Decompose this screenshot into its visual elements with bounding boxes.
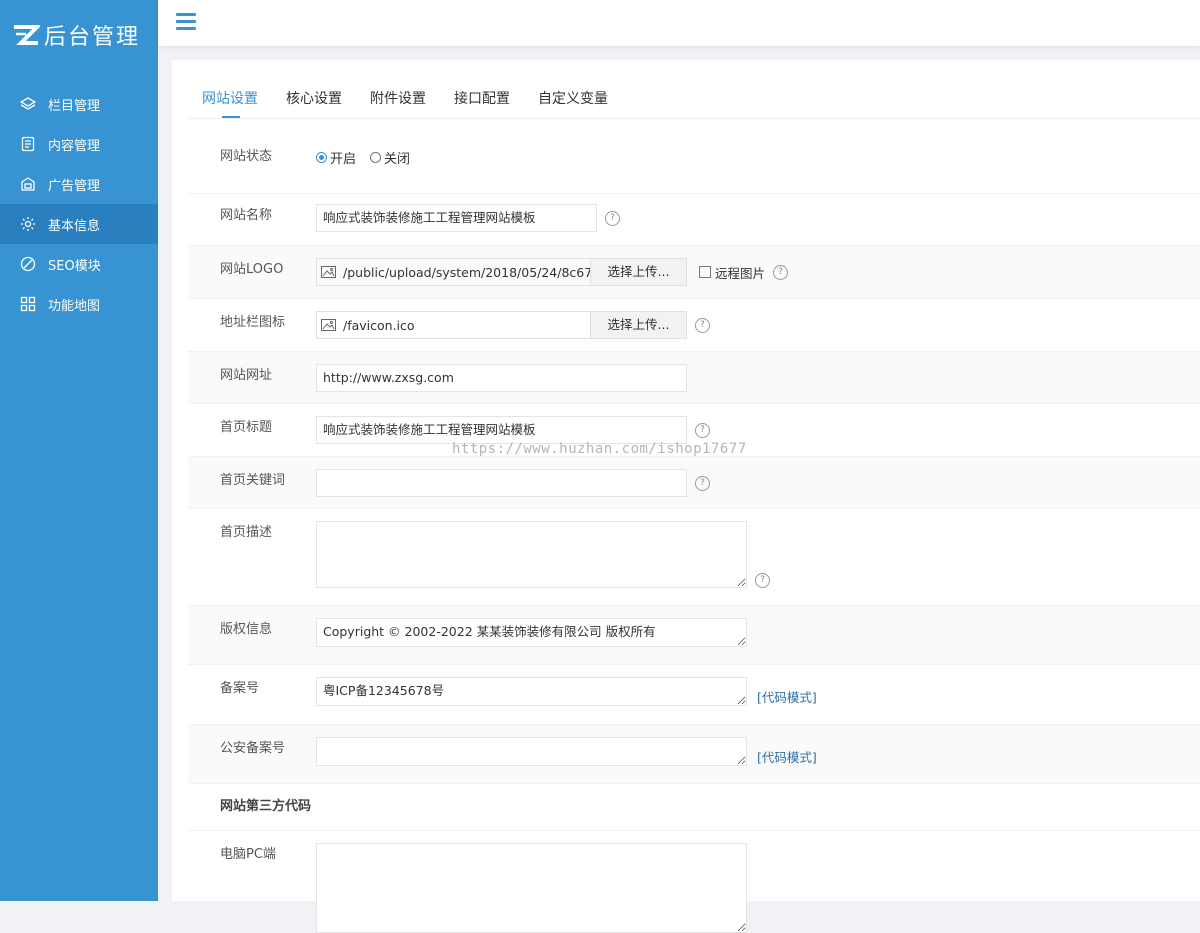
tab-site-settings[interactable]: 网站设置 [202, 88, 258, 118]
favicon-path-field[interactable]: /favicon.ico [317, 312, 590, 338]
sidebar-item-ads[interactable]: 广告管理 [0, 164, 158, 204]
sidebar-item-label: 功能地图 [48, 298, 101, 314]
ad-icon [21, 177, 35, 191]
sidebar-item-function-map[interactable]: 功能地图 [0, 284, 158, 324]
police-code-mode-link[interactable]: [代码模式] [757, 747, 817, 766]
row-site-url: 网站网址 http://www.zxsg.com [188, 352, 1200, 404]
sidebar-item-label: SEO模块 [48, 258, 101, 274]
sidebar-item-columns[interactable]: 栏目管理 [0, 84, 158, 124]
radio-unchecked-icon [370, 151, 382, 163]
radio-label: 开启 [330, 151, 357, 167]
radio-checked-icon [316, 151, 327, 163]
sidebar: 后台管理 栏目管理 内容管理 广告管理 基本信息 SEO模块 功能地图 [0, 0, 158, 901]
status-off-radio[interactable]: 关闭 [370, 148, 410, 167]
seo-icon [20, 256, 36, 272]
field-label: 电脑PC端 [220, 847, 276, 862]
site-url-input[interactable]: http://www.zxsg.com [316, 364, 687, 392]
tab-attachment-settings[interactable]: 附件设置 [370, 88, 426, 118]
help-icon[interactable]: ? [773, 264, 789, 280]
row-favicon: 地址栏图标 /favicon.ico 选择上传... ? [188, 299, 1200, 352]
row-site-status: 网站状态 开启 关闭 [188, 119, 1200, 194]
settings-form: 网站状态 开启 关闭 网站名称 响应式装饰装修施工工程管理网站模板 ? 网站LO… [188, 119, 1200, 933]
document-icon [21, 136, 35, 152]
row-site-name: 网站名称 响应式装饰装修施工工程管理网站模板 ? [188, 194, 1200, 246]
logo-text: 后台管理 [44, 25, 141, 50]
remote-image-checkbox[interactable]: 远程图片 [699, 263, 765, 282]
tab-core-settings[interactable]: 核心设置 [286, 88, 342, 118]
radio-label: 关闭 [384, 151, 411, 167]
icp-code-mode-link[interactable]: [代码模式] [757, 687, 817, 706]
favicon-path-text: /favicon.ico [343, 317, 415, 333]
row-police-record: 公安备案号 [代码模式] [188, 725, 1200, 784]
tab-custom-variables[interactable]: 自定义变量 [538, 88, 608, 118]
help-icon[interactable]: ? [695, 317, 710, 333]
row-home-description: 首页描述 ? [188, 509, 1200, 606]
grid-icon [20, 296, 36, 312]
logo-path-text: /public/upload/system/2018/05/24/8c675 [343, 264, 590, 280]
status-on-radio[interactable]: 开启 [316, 148, 356, 167]
copyright-textarea[interactable]: Copyright © 2002-2022 某某装饰装修有限公司 版权所有 [316, 618, 747, 647]
checkbox-label: 远程图片 [715, 265, 766, 281]
sidebar-item-content[interactable]: 内容管理 [0, 124, 158, 164]
topbar [158, 0, 1200, 46]
police-record-textarea[interactable] [316, 737, 747, 766]
field-label: 首页关键词 [220, 473, 286, 488]
settings-tabs: 网站设置 核心设置 附件设置 接口配置 自定义变量 [188, 60, 1200, 119]
row-site-logo: 网站LOGO /public/upload/system/2018/05/24/… [188, 246, 1200, 299]
field-label: 首页描述 [220, 525, 273, 540]
sidebar-item-basic-info[interactable]: 基本信息 [0, 204, 158, 244]
site-name-input[interactable]: 响应式装饰装修施工工程管理网站模板 [316, 204, 597, 232]
row-home-keywords: 首页关键词 ? [188, 457, 1200, 509]
logo-path-field[interactable]: /public/upload/system/2018/05/24/8c675 [317, 259, 590, 285]
sidebar-nav: 栏目管理 内容管理 广告管理 基本信息 SEO模块 功能地图 [0, 84, 158, 324]
field-label: 网站网址 [220, 368, 273, 383]
tab-api-config[interactable]: 接口配置 [454, 88, 510, 118]
help-icon[interactable]: ? [695, 475, 710, 491]
image-icon [321, 319, 336, 331]
gear-icon [21, 217, 35, 231]
help-icon[interactable]: ? [755, 573, 770, 588]
help-icon[interactable]: ? [605, 210, 620, 226]
watermark-text: https://www.huzhan.com/ishop17677 [452, 441, 747, 457]
field-label: 网站LOGO [220, 262, 284, 277]
sidebar-item-label: 内容管理 [48, 138, 101, 154]
sidebar-item-seo[interactable]: SEO模块 [0, 244, 158, 284]
sidebar-item-label: 广告管理 [48, 178, 101, 194]
home-title-input[interactable]: 响应式装饰装修施工工程管理网站模板 [316, 416, 687, 444]
logo-upload-button[interactable]: 选择上传... [590, 259, 686, 285]
home-keywords-input[interactable] [316, 469, 687, 497]
third-party-code-heading: 网站第三方代码 [188, 784, 1200, 831]
logo-upload: /public/upload/system/2018/05/24/8c675 选… [316, 258, 687, 286]
pc-code-textarea[interactable] [316, 843, 747, 933]
field-label: 版权信息 [220, 622, 273, 637]
image-icon [321, 266, 336, 278]
layers-icon [20, 97, 36, 110]
help-icon[interactable]: ? [695, 422, 710, 438]
home-description-textarea[interactable] [316, 521, 747, 588]
row-copyright: 版权信息 Copyright © 2002-2022 某某装饰装修有限公司 版权… [188, 606, 1200, 665]
icp-textarea[interactable]: 粤ICP备12345678号 [316, 677, 747, 706]
row-icp: 备案号 粤ICP备12345678号 [代码模式] [188, 665, 1200, 725]
logo[interactable]: 后台管理 [0, 0, 158, 70]
field-label: 地址栏图标 [220, 315, 286, 330]
logo-z-icon [14, 25, 40, 45]
field-label: 公安备案号 [220, 741, 286, 756]
field-label: 网站状态 [220, 149, 273, 164]
hamburger-menu-icon[interactable] [176, 13, 196, 31]
sidebar-item-label: 基本信息 [48, 218, 101, 234]
sidebar-item-label: 栏目管理 [48, 98, 101, 114]
field-label: 备案号 [220, 681, 260, 696]
favicon-upload: /favicon.ico 选择上传... [316, 311, 687, 339]
field-label: 网站名称 [220, 208, 273, 223]
checkbox-unchecked-icon [699, 266, 711, 278]
settings-panel: 网站设置 核心设置 附件设置 接口配置 自定义变量 网站状态 开启 关闭 网站名… [172, 60, 1200, 933]
row-pc-code: 电脑PC端 [188, 831, 1200, 933]
field-label: 首页标题 [220, 420, 273, 435]
favicon-upload-button[interactable]: 选择上传... [590, 312, 686, 338]
